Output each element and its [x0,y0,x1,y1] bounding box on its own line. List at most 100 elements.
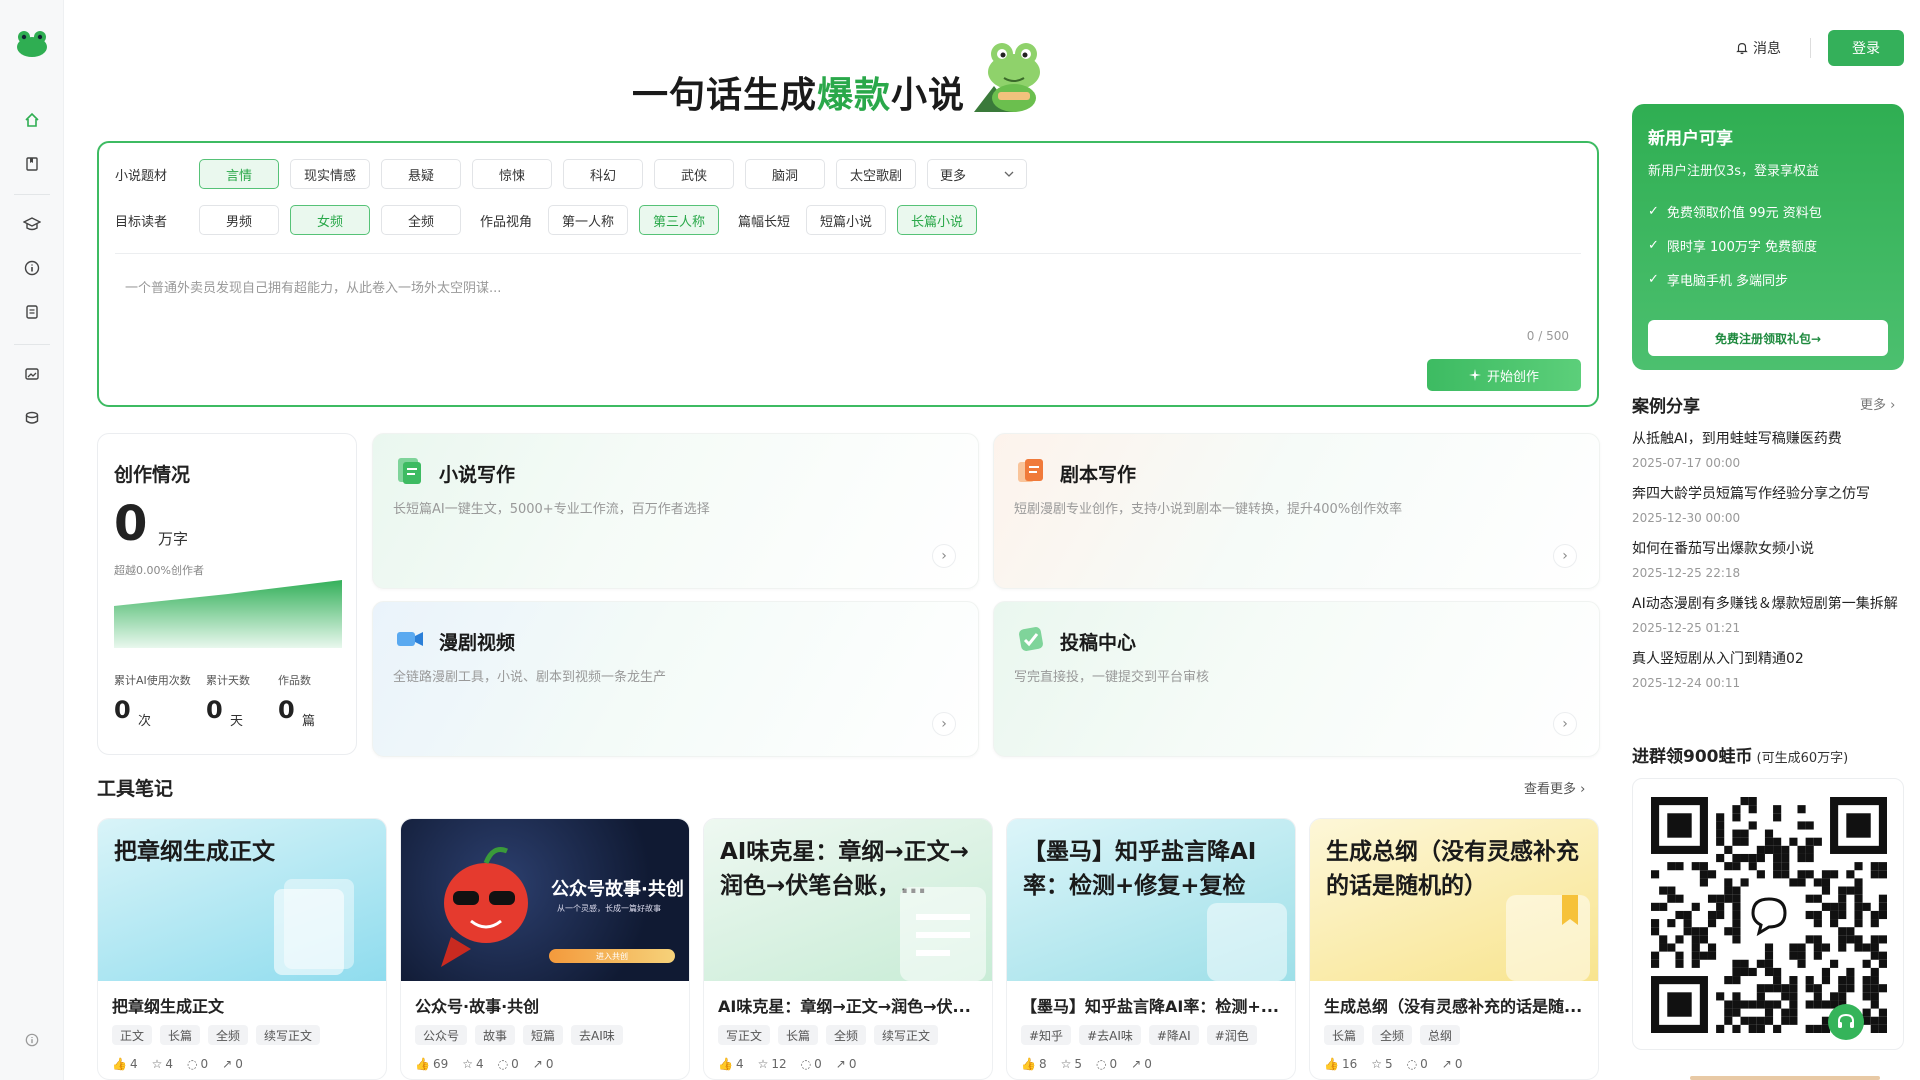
chevron-right-icon[interactable]: › [1553,712,1577,736]
genre-more-dropdown[interactable]: 更多 [927,159,1027,189]
note-tag[interactable]: 长篇 [160,1025,201,1045]
frog-logo-icon[interactable] [16,30,48,58]
register-gift-button[interactable]: 免费注册领取礼包→ [1648,320,1888,356]
note-tag[interactable]: 续写正文 [256,1025,321,1045]
star-icon: ☆ [151,1057,163,1071]
note-tag[interactable]: #润色 [1206,1025,1257,1045]
stats-area-sparkline [114,580,342,648]
chevron-right-icon[interactable]: › [1553,544,1577,568]
note-tag[interactable]: 总纲 [1420,1025,1461,1045]
note-tag[interactable]: 公众号 [415,1025,468,1045]
note-tag[interactable]: 全频 [826,1025,867,1045]
note-tag[interactable]: 长篇 [778,1025,819,1045]
note-tag[interactable]: #去AI味 [1079,1025,1141,1045]
messages-button[interactable]: 消息 [1735,38,1781,58]
note-shares[interactable]: ↗ 0 [533,1057,554,1071]
genre-chip-space-opera[interactable]: 太空歌剧 [836,159,916,189]
note-tag[interactable]: 去AI味 [571,1025,623,1045]
cases-more-link[interactable]: 更多 › [1860,394,1895,413]
note-stars[interactable]: ☆ 4 [462,1057,483,1071]
note-tag[interactable]: 正文 [112,1025,153,1045]
note-tag[interactable]: 续写正文 [874,1025,939,1045]
feature-card-submission[interactable]: 投稿中心 写完直接投，一键提交到平台审核 › [993,601,1600,757]
note-stars-count: 4 [476,1057,484,1071]
note-stars[interactable]: ☆ 5 [1061,1057,1082,1071]
info-circle-icon[interactable] [22,258,42,278]
note-shares[interactable]: ↗ 0 [836,1057,857,1071]
note-tag[interactable]: 长篇 [1324,1025,1365,1045]
case-item[interactable]: AI动态漫剧有多赚钱＆爆款短剧第一集拆解 2025-12-25 01:21 [1632,593,1910,635]
case-item[interactable]: 真人竖短剧从入门到精通02 2025-12-24 00:11 [1632,648,1910,690]
feature-card-script[interactable]: 剧本写作 短剧漫剧专业创作，支持小说到剧本一键转换，提升400%创作效率 › [993,433,1600,589]
note-card[interactable]: 【墨马】知乎盐言降AI率：检测+修复+复检 【墨马】知乎盐言降AI率：检测+..… [1006,818,1296,1080]
reader-chip-male[interactable]: 男频 [199,205,279,235]
note-metrics: 👍 8 ☆ 5 ◌ 0 ↗ 0 [1021,1057,1152,1071]
genre-chip-mystery[interactable]: 悬疑 [381,159,461,189]
note-card[interactable]: 公众号故事·共创 从一个灵感，长成一篇好故事 进入共创 公众号·故事·共创 公众… [400,818,690,1080]
note-comments[interactable]: ◌ 0 [1096,1057,1117,1071]
help-info-icon[interactable] [22,1030,42,1050]
feature-title-novel: 小说写作 [439,464,516,486]
note-card[interactable]: 把章纲生成正文 把章纲生成正文 正文 长篇 全频 续写正文 👍 4 ☆ 4 ◌ 0 ↗… [97,818,387,1080]
note-stars[interactable]: ☆ 12 [758,1057,787,1071]
document-icon[interactable] [22,302,42,322]
length-chip-long[interactable]: 长篇小说 [897,205,978,235]
case-item[interactable]: 如何在番茄写出爆款女频小说 2025-12-25 22:18 [1632,538,1910,580]
note-shares[interactable]: ↗ 0 [1442,1057,1463,1071]
note-card[interactable]: AI味克星：章纲→正文→润色→伏笔台账，... AI味克星：章纲→正文→润色→伏… [703,818,993,1080]
reader-chip-female[interactable]: 女频 [290,205,370,235]
genre-chip-scifi[interactable]: 科幻 [563,159,643,189]
genre-chip-romance[interactable]: 言情 [199,159,279,189]
genre-chip-thriller[interactable]: 惊悚 [472,159,552,189]
note-likes[interactable]: 👍 16 [1324,1057,1357,1071]
note-shares[interactable]: ↗ 0 [222,1057,243,1071]
login-button[interactable]: 登录 [1828,30,1904,66]
note-comments[interactable]: ◌ 0 [801,1057,822,1071]
pov-chip-third[interactable]: 第三人称 [639,205,720,235]
genre-chip-wuxia[interactable]: 武侠 [654,159,734,189]
note-shares[interactable]: ↗ 0 [1131,1057,1152,1071]
feature-card-novel[interactable]: 小说写作 长短篇AI一键生文，5000+专业工作流，百万作者选择 › [372,433,979,589]
case-item[interactable]: 奔四大龄学员短篇写作经验分享之仿写 2025-12-30 00:00 [1632,483,1910,525]
note-stars[interactable]: ☆ 4 [152,1057,173,1071]
note-comments[interactable]: ◌ 0 [187,1057,208,1071]
note-comments[interactable]: ◌ 0 [498,1057,519,1071]
chevron-right-icon[interactable]: › [932,712,956,736]
genre-chip-brainstorm[interactable]: 脑洞 [745,159,825,189]
note-comments[interactable]: ◌ 0 [1407,1057,1428,1071]
image-edit-icon[interactable] [22,364,42,384]
book-icon[interactable] [22,154,42,174]
case-title: 从抵触AI，到用蛙蛙写稿赚医药费 [1632,431,1842,447]
note-likes[interactable]: 👍 4 [112,1057,138,1071]
note-tag[interactable]: 写正文 [718,1025,771,1045]
home-icon[interactable] [22,110,42,130]
see-more-link[interactable]: 查看更多 › [1524,778,1585,797]
note-tag[interactable]: 全频 [1372,1025,1413,1045]
length-chip-short[interactable]: 短篇小说 [806,205,887,235]
note-tag[interactable]: #知乎 [1021,1025,1072,1045]
red-mascot-icon [441,847,528,967]
note-tag[interactable]: #降AI [1148,1025,1199,1045]
coin-icon[interactable] [22,408,42,428]
note-likes[interactable]: 👍 4 [718,1057,744,1071]
start-creating-button[interactable]: 开始创作 [1427,359,1581,391]
genre-chip-realistic[interactable]: 现实情感 [290,159,370,189]
note-likes-count: 8 [1038,1057,1047,1071]
case-item[interactable]: 从抵触AI，到用蛙蛙写稿赚医药费 2025-07-17 00:00 [1632,428,1910,470]
note-tag[interactable]: 短篇 [523,1025,564,1045]
chevron-right-icon[interactable]: › [932,544,956,568]
note-likes[interactable]: 👍 69 [415,1057,448,1071]
note-cover-title: 把章纲生成正文 [114,839,275,865]
customer-service-button[interactable] [1828,1004,1864,1040]
note-tag[interactable]: 全频 [208,1025,249,1045]
pov-chip-first[interactable]: 第一人称 [548,205,629,235]
promo-perk-text: 享电脑手机 多端同步 [1666,274,1789,289]
note-tag[interactable]: 故事 [475,1025,516,1045]
feature-card-comic-video[interactable]: 漫剧视频 全链路漫剧工具，小说、剧本到视频一条龙生产 › [372,601,979,757]
reader-chip-all[interactable]: 全频 [381,205,461,235]
note-likes[interactable]: 👍 8 [1021,1057,1047,1071]
prompt-input[interactable]: 一个普通外卖员发现自己拥有超能力，从此卷入一场外太空阴谋... [125,277,501,296]
graduation-cap-icon[interactable] [22,214,42,234]
note-stars[interactable]: ☆ 5 [1371,1057,1392,1071]
note-card[interactable]: 生成总纲（没有灵感补充的话是随机的） 生成总纲（没有灵感补充的话是随... 长篇… [1309,818,1599,1080]
